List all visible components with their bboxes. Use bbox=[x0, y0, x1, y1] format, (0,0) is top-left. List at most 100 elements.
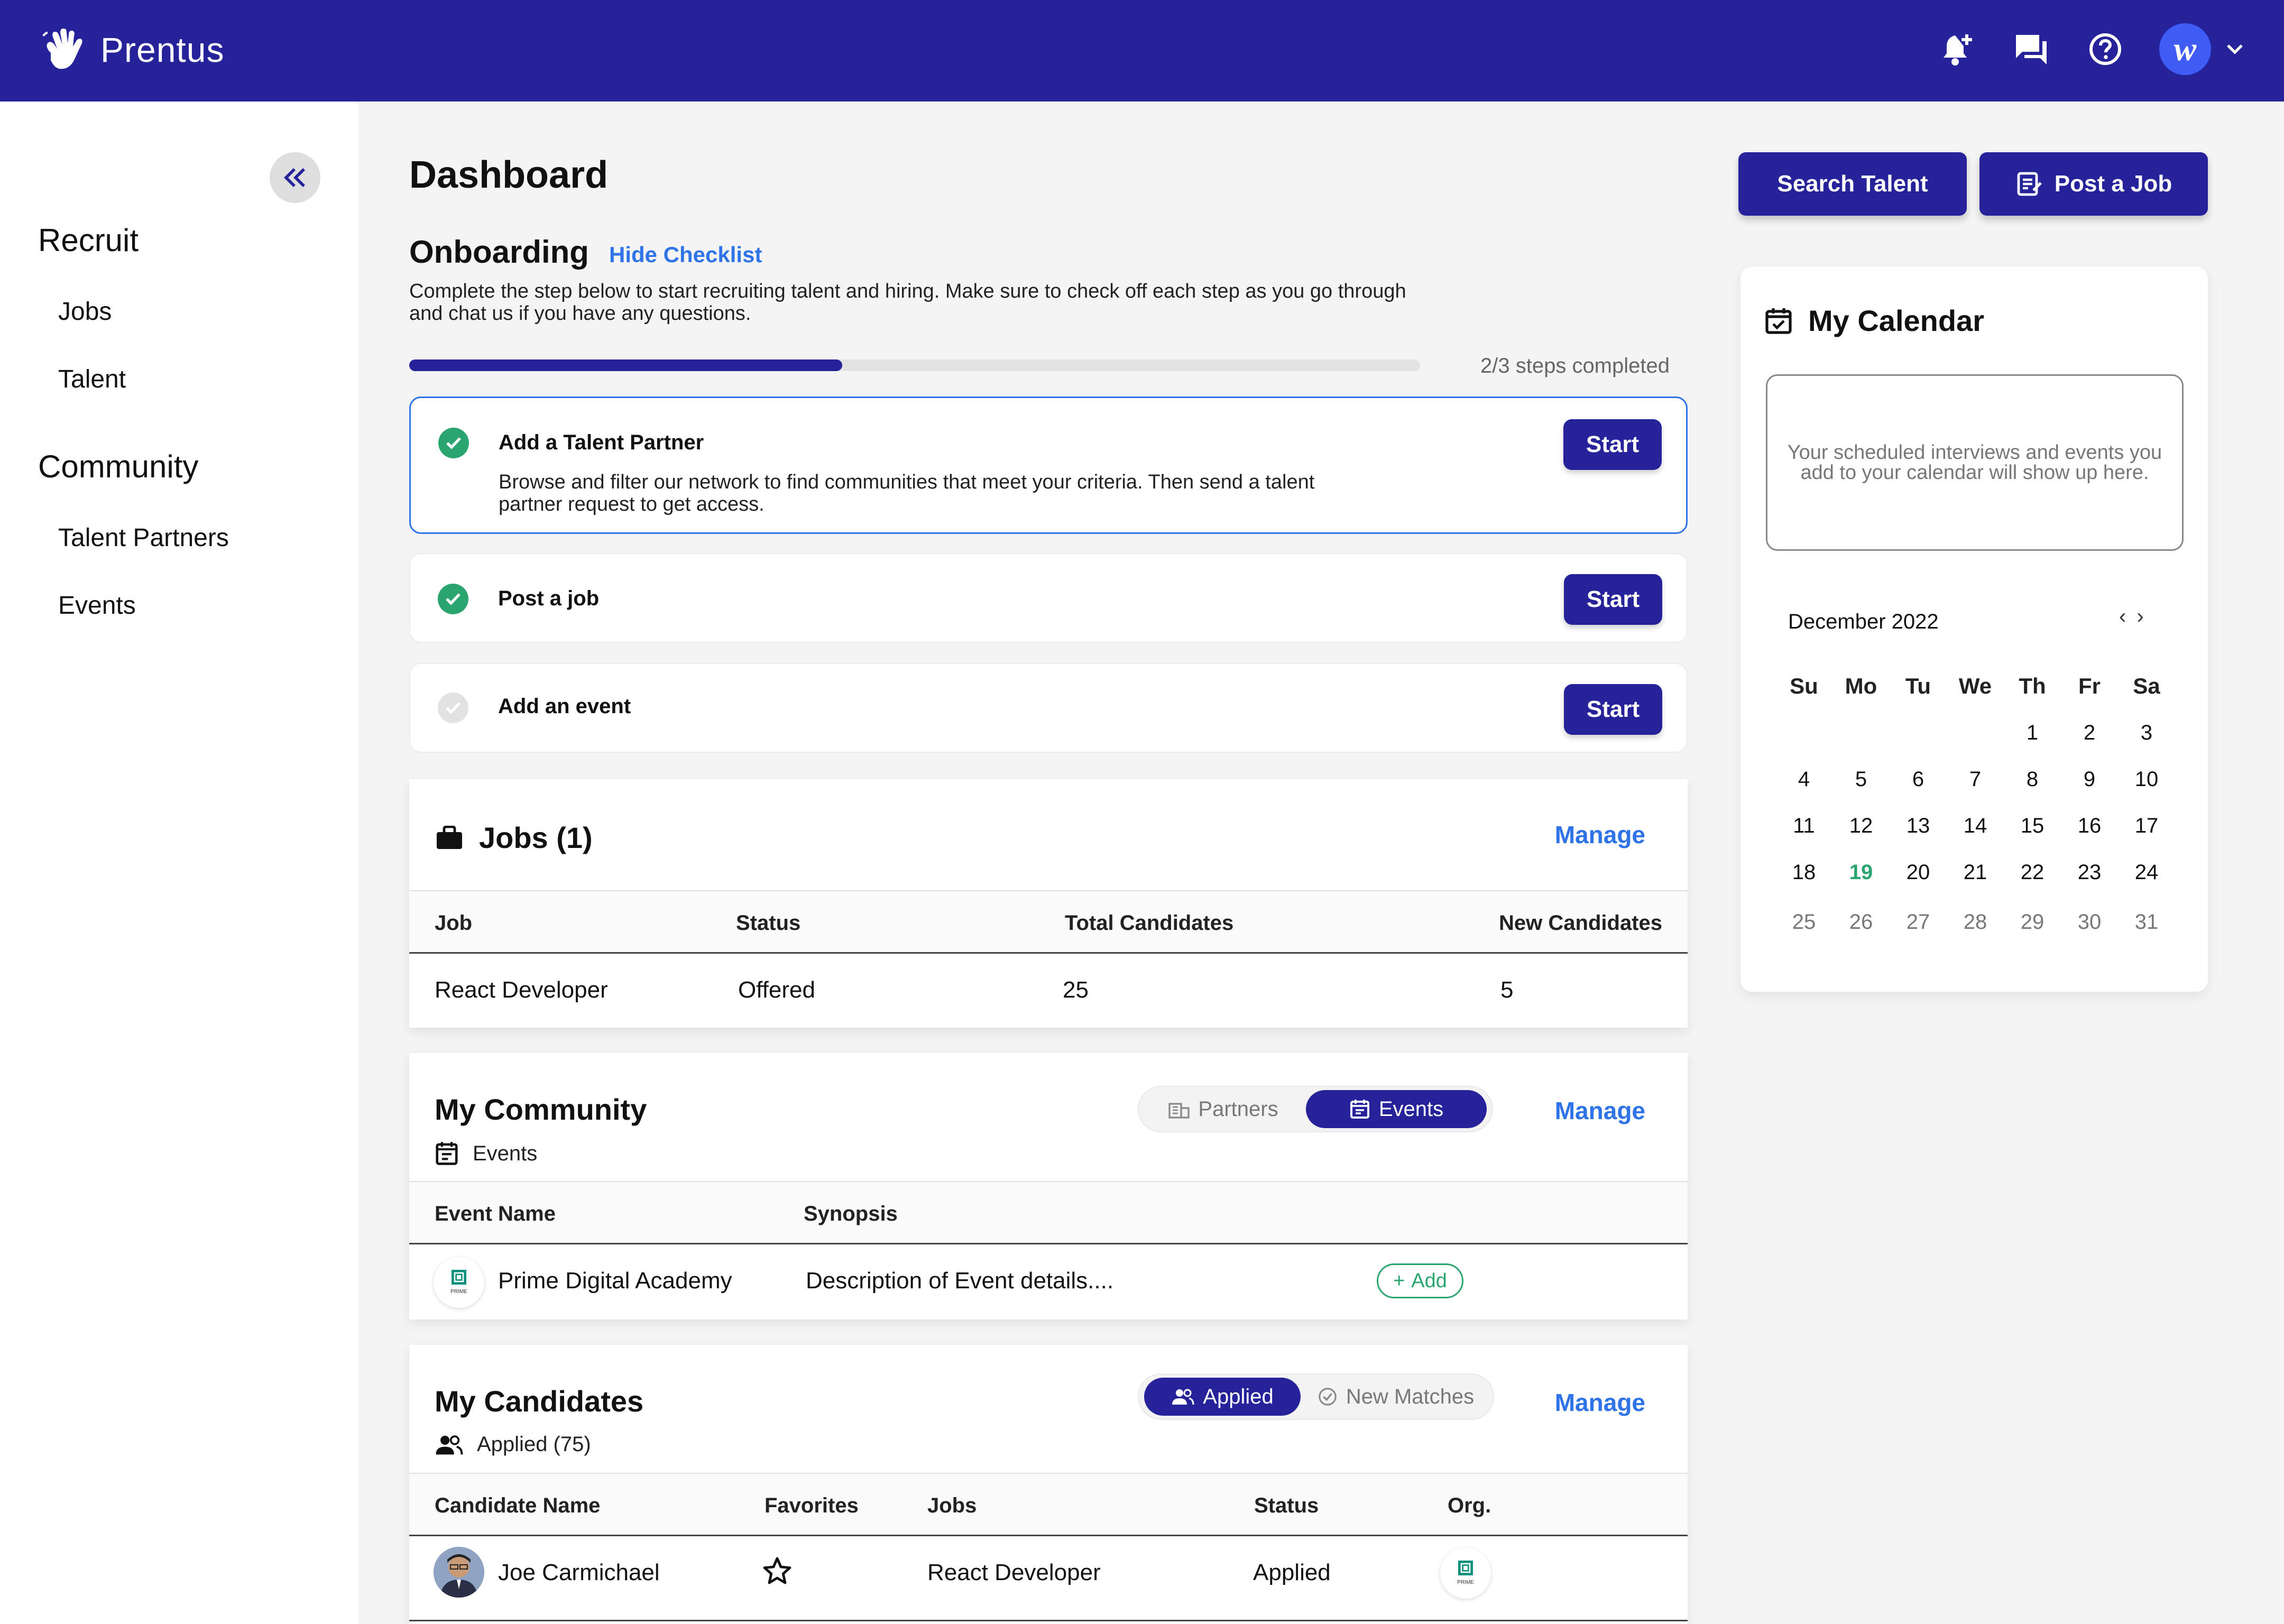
column-header[interactable]: Event Name bbox=[435, 1202, 556, 1226]
calendar-day[interactable]: 4 bbox=[1775, 768, 1832, 791]
calendar-check-icon bbox=[1765, 308, 1792, 334]
sidebar: Recruit Jobs Talent Community Talent Par… bbox=[0, 102, 358, 1624]
calendar-month-label: December 2022 bbox=[1788, 610, 1939, 633]
sidebar-item-jobs[interactable]: Jobs bbox=[58, 297, 112, 326]
calendar-day[interactable]: 25 bbox=[1775, 910, 1832, 934]
calendar-day[interactable]: 13 bbox=[1890, 814, 1947, 838]
events-toggle-option[interactable]: Events bbox=[1306, 1090, 1487, 1128]
calendar-day[interactable]: 29 bbox=[2004, 910, 2061, 934]
my-calendar-card: My Calendar Your scheduled interviews an… bbox=[1740, 266, 2208, 992]
calendar-day[interactable]: 5 bbox=[1832, 768, 1890, 791]
column-header[interactable]: Jobs bbox=[927, 1494, 977, 1518]
sidebar-group-community: Community bbox=[38, 449, 199, 484]
sidebar-item-events[interactable]: Events bbox=[58, 591, 136, 620]
column-header[interactable]: Candidate Name bbox=[435, 1494, 600, 1518]
calendar-day[interactable]: 30 bbox=[2061, 910, 2118, 934]
event-name-cell[interactable]: Prime Digital Academy bbox=[498, 1268, 732, 1294]
new-matches-toggle-option[interactable]: New Matches bbox=[1303, 1378, 1489, 1416]
column-header[interactable]: Org. bbox=[1448, 1494, 1491, 1518]
help-icon[interactable] bbox=[2085, 29, 2125, 69]
onboarding-step-talent-partner[interactable]: Add a Talent Partner Browse and filter o… bbox=[409, 396, 1688, 534]
calendar-day[interactable]: 8 bbox=[2004, 768, 2061, 791]
calendar-prev-button[interactable]: ‹ bbox=[2119, 605, 2126, 629]
column-header[interactable]: Total Candidates bbox=[1065, 911, 1233, 935]
step-description: Browse and filter our network to find co… bbox=[499, 471, 1315, 515]
start-button[interactable]: Start bbox=[1564, 684, 1662, 735]
calendar-day[interactable]: 31 bbox=[2118, 910, 2175, 934]
hide-checklist-link[interactable]: Hide Checklist bbox=[609, 242, 762, 267]
candidates-manage-link[interactable]: Manage bbox=[1555, 1388, 1645, 1417]
job-title-cell[interactable]: React Developer bbox=[435, 977, 608, 1003]
sidebar-item-talent-partners[interactable]: Talent Partners bbox=[58, 523, 229, 552]
onboarding-step-post-job[interactable]: Post a job Start bbox=[409, 553, 1688, 643]
column-header[interactable]: Synopsis bbox=[804, 1202, 898, 1226]
post-job-label: Post a Job bbox=[2054, 171, 2172, 197]
account-menu[interactable]: w bbox=[2159, 23, 2244, 75]
calendar-day[interactable]: 10 bbox=[2118, 768, 2175, 791]
calendar-day[interactable]: 18 bbox=[1775, 861, 1832, 884]
candidate-job-cell: React Developer bbox=[927, 1560, 1101, 1585]
calendar-day[interactable]: 28 bbox=[1947, 910, 2004, 934]
community-manage-link[interactable]: Manage bbox=[1555, 1096, 1645, 1125]
community-table-header: Event Name Synopsis bbox=[409, 1181, 1688, 1244]
calendar-day[interactable]: 23 bbox=[2061, 861, 2118, 884]
calendar-day[interactable]: 3 bbox=[2118, 721, 2175, 745]
start-button[interactable]: Start bbox=[1564, 574, 1662, 625]
calendar-day[interactable]: 19 bbox=[1832, 861, 1890, 884]
calendar-day[interactable]: 26 bbox=[1832, 910, 1890, 934]
calendar-day[interactable]: 16 bbox=[2061, 814, 2118, 838]
partners-toggle-option[interactable]: Partners bbox=[1144, 1090, 1303, 1128]
partners-label: Partners bbox=[1198, 1097, 1278, 1121]
applied-toggle-option[interactable]: Applied bbox=[1144, 1378, 1301, 1416]
star-outline-icon[interactable] bbox=[762, 1556, 792, 1585]
column-header[interactable]: New Candidates bbox=[1499, 911, 1662, 935]
people-icon bbox=[1172, 1389, 1194, 1405]
calendar-day[interactable]: 27 bbox=[1890, 910, 1947, 934]
column-header[interactable]: Status bbox=[1254, 1494, 1319, 1518]
calendar-day[interactable]: 22 bbox=[2004, 861, 2061, 884]
calendar-day[interactable]: 21 bbox=[1947, 861, 2004, 884]
check-complete-icon bbox=[438, 584, 468, 614]
candidate-name-cell[interactable]: Joe Carmichael bbox=[498, 1560, 660, 1586]
calendar-day[interactable]: 15 bbox=[2004, 814, 2061, 838]
community-toggle: Partners Events bbox=[1138, 1086, 1493, 1132]
calendar-day[interactable]: 2 bbox=[2061, 721, 2118, 745]
calendar-day[interactable]: 20 bbox=[1890, 861, 1947, 884]
calendar-day[interactable]: 12 bbox=[1832, 814, 1890, 838]
post-job-button[interactable]: Post a Job bbox=[1979, 152, 2208, 216]
candidate-avatar[interactable] bbox=[434, 1547, 484, 1598]
top-navbar: Prentus w bbox=[0, 0, 2284, 102]
calendar-next-button[interactable]: › bbox=[2136, 605, 2143, 629]
my-candidates-card: My Candidates Applied New Matches Manage… bbox=[409, 1345, 1688, 1624]
chevron-down-icon[interactable] bbox=[2226, 43, 2244, 55]
calendar-day[interactable]: 1 bbox=[2004, 721, 2061, 745]
row-divider bbox=[409, 1620, 1688, 1621]
sidebar-item-talent[interactable]: Talent bbox=[58, 365, 126, 394]
calendar-day[interactable]: 7 bbox=[1947, 768, 2004, 791]
candidate-status-cell: Applied bbox=[1253, 1560, 1331, 1585]
search-talent-button[interactable]: Search Talent bbox=[1738, 152, 1967, 216]
jobs-title: Jobs (1) bbox=[479, 821, 593, 854]
add-event-button[interactable]: + Add bbox=[1377, 1263, 1463, 1298]
calendar-day[interactable]: 6 bbox=[1890, 768, 1947, 791]
applied-label: Applied bbox=[1203, 1385, 1274, 1408]
calendar-day[interactable]: 14 bbox=[1947, 814, 2004, 838]
calendar-title: My Calendar bbox=[1765, 303, 1984, 338]
briefcase-icon bbox=[437, 825, 462, 849]
jobs-manage-link[interactable]: Manage bbox=[1555, 820, 1645, 849]
column-header[interactable]: Status bbox=[736, 911, 800, 935]
calendar-day[interactable]: 11 bbox=[1775, 814, 1832, 838]
notification-add-icon[interactable] bbox=[1937, 29, 1977, 69]
calendar-day[interactable]: 9 bbox=[2061, 768, 2118, 791]
onboarding-step-add-event[interactable]: Add an event Start bbox=[409, 663, 1688, 753]
column-header[interactable]: Job bbox=[435, 911, 472, 935]
start-button[interactable]: Start bbox=[1563, 419, 1662, 470]
column-header[interactable]: Favorites bbox=[765, 1494, 859, 1518]
step-title: Add an event bbox=[498, 695, 631, 718]
collapse-sidebar-button[interactable] bbox=[270, 152, 320, 203]
calendar-day[interactable]: 24 bbox=[2118, 861, 2175, 884]
calendar-day[interactable]: 17 bbox=[2118, 814, 2175, 838]
chat-icon[interactable] bbox=[2011, 29, 2051, 69]
app-logo[interactable]: Prentus bbox=[40, 27, 224, 72]
avatar[interactable]: w bbox=[2159, 23, 2211, 75]
